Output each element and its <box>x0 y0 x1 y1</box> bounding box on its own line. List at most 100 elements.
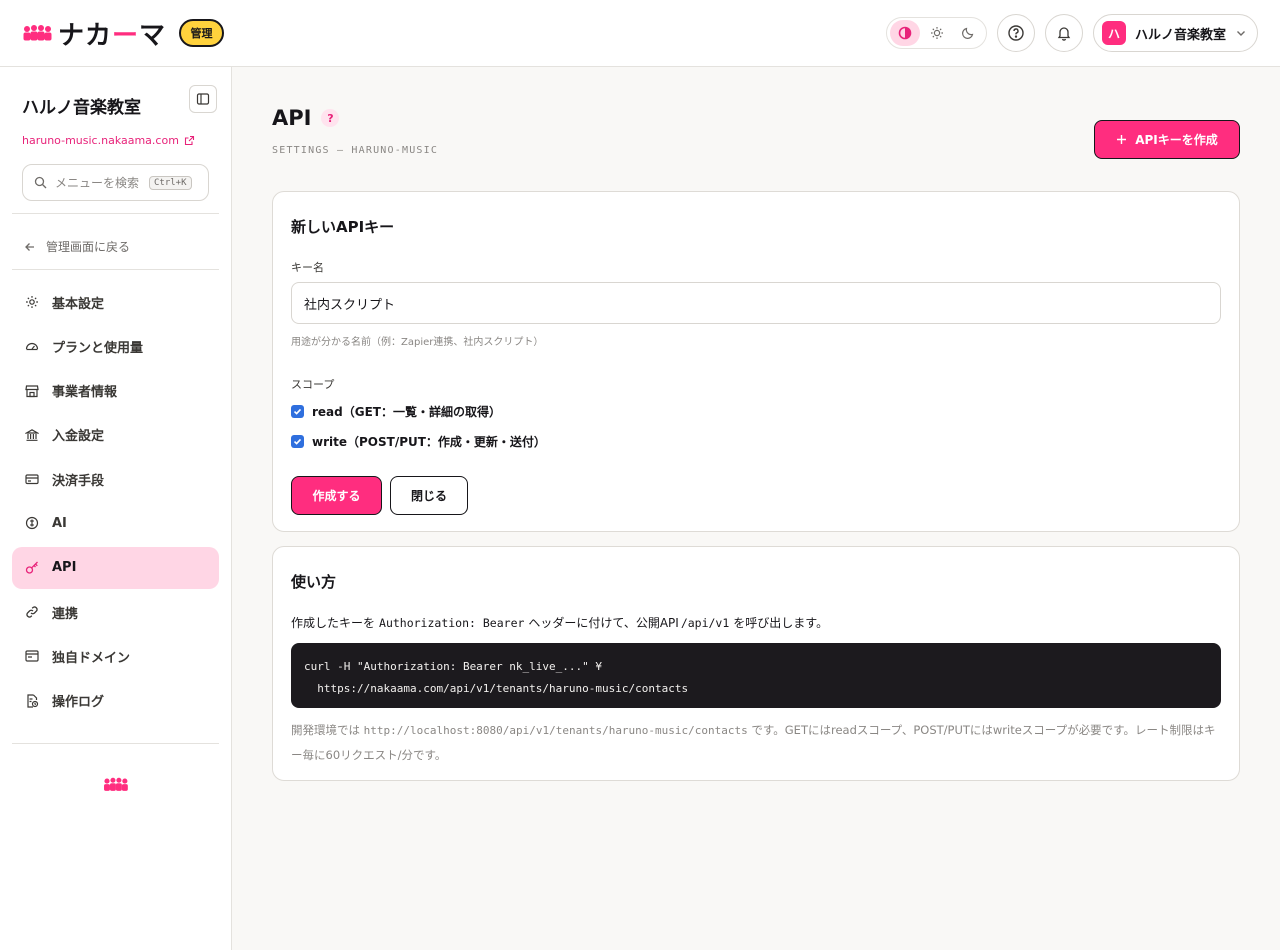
sidebar-item-label: 入金設定 <box>52 429 105 445</box>
sidebar: ハルノ音楽教室 haruno-music.nakaama.com メニューを検索… <box>0 67 232 950</box>
sidebar-item-integrations[interactable]: 連携 <box>12 591 219 633</box>
org-name: ハルノ音楽教室 <box>22 98 141 118</box>
scope-write-checkbox-row[interactable]: write （POST/PUT：作成・更新・送付） <box>291 433 546 450</box>
sidebar-item-payment-methods[interactable]: 決済手段 <box>12 458 219 500</box>
bank-icon <box>24 427 40 443</box>
theme-dark-button[interactable] <box>953 20 983 46</box>
curl-code-block: curl -H "Authorization: Bearer nk_live_.… <box>291 643 1221 708</box>
usage-desc-text: 作成したキーを <box>291 616 376 630</box>
sidebar-item-label: 操作ログ <box>52 695 105 711</box>
sidebar-toggle-icon <box>196 93 210 105</box>
log-file-icon <box>24 693 40 709</box>
key-name-value: 社内スクリプト <box>304 297 396 313</box>
notifications-button[interactable] <box>1045 14 1083 52</box>
card-title: 新しいAPIキー <box>291 218 395 236</box>
avatar: ハ <box>1102 21 1126 45</box>
create-key-submit-button[interactable]: 作成する <box>291 476 382 515</box>
theme-light-button[interactable] <box>922 20 952 46</box>
scope-write-checkbox[interactable] <box>291 435 304 448</box>
usage-card: 使い方 作成したキーを Authorization: Bearer ヘッダーに付… <box>272 546 1240 781</box>
link-icon <box>24 604 40 620</box>
user-name: ハルノ音楽教室 <box>1135 27 1227 43</box>
gear-icon <box>24 294 40 310</box>
code-line: https://nakaama.com/api/v1/tenants/harun… <box>304 682 689 695</box>
code-line: curl -H "Authorization: Bearer nk_live_.… <box>304 660 603 673</box>
theme-auto-button[interactable] <box>890 20 920 46</box>
sidebar-item-plan-usage[interactable]: プランと使用量 <box>12 325 219 367</box>
org-url-text: haruno-music.nakaama.com <box>22 134 179 147</box>
key-name-hint: 用途が分かる名前（例：Zapier連携、社内スクリプト） <box>291 337 544 348</box>
sidebar-collapse-button[interactable] <box>189 85 217 113</box>
sidebar-divider <box>12 269 219 270</box>
sidebar-item-ai[interactable]: AI <box>12 502 219 544</box>
close-button[interactable]: 閉じる <box>390 476 468 515</box>
sidebar-item-label: API <box>52 560 77 576</box>
create-api-key-button[interactable]: APIキーを作成 <box>1094 120 1240 159</box>
scope-write-name: write <box>312 434 347 449</box>
admin-badge: 管理 <box>179 19 224 47</box>
new-api-key-card: 新しいAPIキー キー名 社内スクリプト 用途が分かる名前（例：Zapier連携… <box>272 191 1240 532</box>
app-logo[interactable]: ナカーマ <box>22 17 167 51</box>
ai-icon <box>24 515 40 531</box>
logo-wordmark: ナカーマ <box>58 20 167 51</box>
arrow-left-icon <box>25 242 34 251</box>
usage-note: 開発環境では http://localhost:8080/api/v1/tena… <box>291 718 1225 767</box>
usage-desc-text: ヘッダーに付けて、公開API <box>528 616 679 630</box>
contrast-icon <box>898 26 912 40</box>
sidebar-item-label: 連携 <box>52 606 79 622</box>
usage-desc-code: Authorization: Bearer <box>379 615 525 630</box>
scope-read-checkbox[interactable] <box>291 405 304 418</box>
sidebar-item-label: プランと使用量 <box>52 340 144 356</box>
external-link-icon <box>184 135 194 146</box>
search-shortcut-badge: Ctrl+K <box>149 175 192 190</box>
scope-read-desc: （GET：一覧・詳細の取得） <box>342 405 501 419</box>
key-name-label: キー名 <box>291 261 324 274</box>
scope-write-desc: （POST/PUT：作成・更新・送付） <box>347 435 546 449</box>
sidebar-item-label: 独自ドメイン <box>52 650 131 666</box>
theme-toggle <box>886 17 987 49</box>
page-subtitle: SETTINGS — HARUNO-MUSIC <box>272 145 439 156</box>
back-to-admin-link[interactable]: 管理画面に戻る <box>24 238 130 255</box>
sidebar-item-payout-settings[interactable]: 入金設定 <box>12 414 219 456</box>
sidebar-item-activity-log[interactable]: 操作ログ <box>12 680 219 722</box>
chevron-down-icon <box>1237 31 1246 36</box>
checkmark-icon <box>293 408 302 415</box>
sidebar-divider <box>12 213 219 214</box>
key-icon <box>24 560 40 576</box>
page-title-text: API <box>272 106 312 130</box>
scope-read-checkbox-row[interactable]: read （GET：一覧・詳細の取得） <box>291 403 501 420</box>
moon-icon <box>962 27 974 39</box>
plus-icon <box>1117 135 1127 144</box>
checkmark-icon <box>293 438 302 445</box>
people-logo-icon <box>23 25 52 41</box>
page-title: API ? <box>272 106 340 130</box>
usage-desc-text: を呼び出します。 <box>733 616 829 630</box>
org-url-link[interactable]: haruno-music.nakaama.com <box>22 134 195 147</box>
people-logo-icon <box>104 777 128 791</box>
sidebar-item-label: 決済手段 <box>52 473 105 489</box>
usage-description: 作成したキーを Authorization: Bearer ヘッダーに付けて、公… <box>291 614 828 631</box>
sidebar-item-api[interactable]: API <box>12 546 219 589</box>
bell-icon <box>1057 27 1071 41</box>
domain-icon <box>24 648 40 664</box>
key-name-input[interactable]: 社内スクリプト <box>291 282 1221 324</box>
sidebar-item-custom-domain[interactable]: 独自ドメイン <box>12 635 219 677</box>
help-button[interactable] <box>997 14 1035 52</box>
sidebar-item-label: AI <box>52 515 67 531</box>
sun-icon <box>930 27 943 39</box>
sidebar-divider <box>12 743 219 744</box>
top-header: ナカーマ 管理 ハ ハルノ音楽教室 <box>0 0 1280 67</box>
back-label: 管理画面に戻る <box>46 240 131 254</box>
sidebar-item-basic-settings[interactable]: 基本設定 <box>12 281 219 323</box>
sidebar-item-business-info[interactable]: 事業者情報 <box>12 370 219 412</box>
usage-note-text: 開発環境では <box>291 723 360 737</box>
search-icon <box>34 176 47 189</box>
help-question-icon[interactable]: ? <box>321 109 340 127</box>
usage-desc-code: /api/v1 <box>680 615 730 630</box>
store-icon <box>24 383 40 399</box>
user-menu[interactable]: ハ ハルノ音楽教室 <box>1093 14 1258 52</box>
search-placeholder: メニューを検索 <box>55 176 140 190</box>
help-icon <box>1008 25 1024 41</box>
create-api-key-label: APIキーを作成 <box>1135 133 1218 147</box>
menu-search-input[interactable]: メニューを検索 Ctrl+K <box>22 164 209 201</box>
